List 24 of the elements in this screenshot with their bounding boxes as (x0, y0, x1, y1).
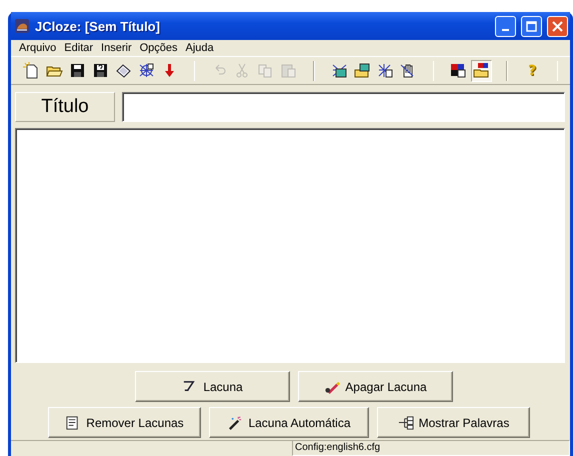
remove-gaps-button[interactable]: Remover Lacunas (48, 407, 201, 438)
gap-button[interactable]: Lacuna (135, 371, 290, 402)
minimize-button[interactable] (495, 16, 516, 36)
close-icon (552, 20, 563, 32)
tree-icon (398, 414, 414, 430)
title-input[interactable] (122, 92, 565, 122)
close-button[interactable] (547, 16, 568, 36)
menu-item[interactable]: Arquivo (15, 42, 60, 54)
maximize-icon (526, 20, 537, 32)
window-title: JCloze: [Sem Título] (35, 18, 161, 34)
minimize-icon (502, 28, 509, 30)
wand-icon (227, 414, 244, 430)
menu-item[interactable]: Opções (136, 42, 182, 54)
erase-gap-button[interactable]: Apagar Lacuna (298, 371, 453, 402)
menu-item[interactable]: Editar (60, 42, 98, 54)
auto-gap-button[interactable]: Lacuna Automática (209, 407, 369, 438)
title-label: Título (15, 92, 115, 122)
color-folder-icon[interactable] (471, 60, 492, 82)
menu-item[interactable]: Ajuda (182, 42, 218, 54)
config-status: Config:english6.cfg (292, 440, 570, 456)
menu-item[interactable]: Inserir (97, 42, 136, 54)
show-words-button[interactable]: Mostrar Palavras (377, 407, 530, 438)
maximize-button[interactable] (521, 16, 542, 36)
app-icon (14, 18, 30, 34)
